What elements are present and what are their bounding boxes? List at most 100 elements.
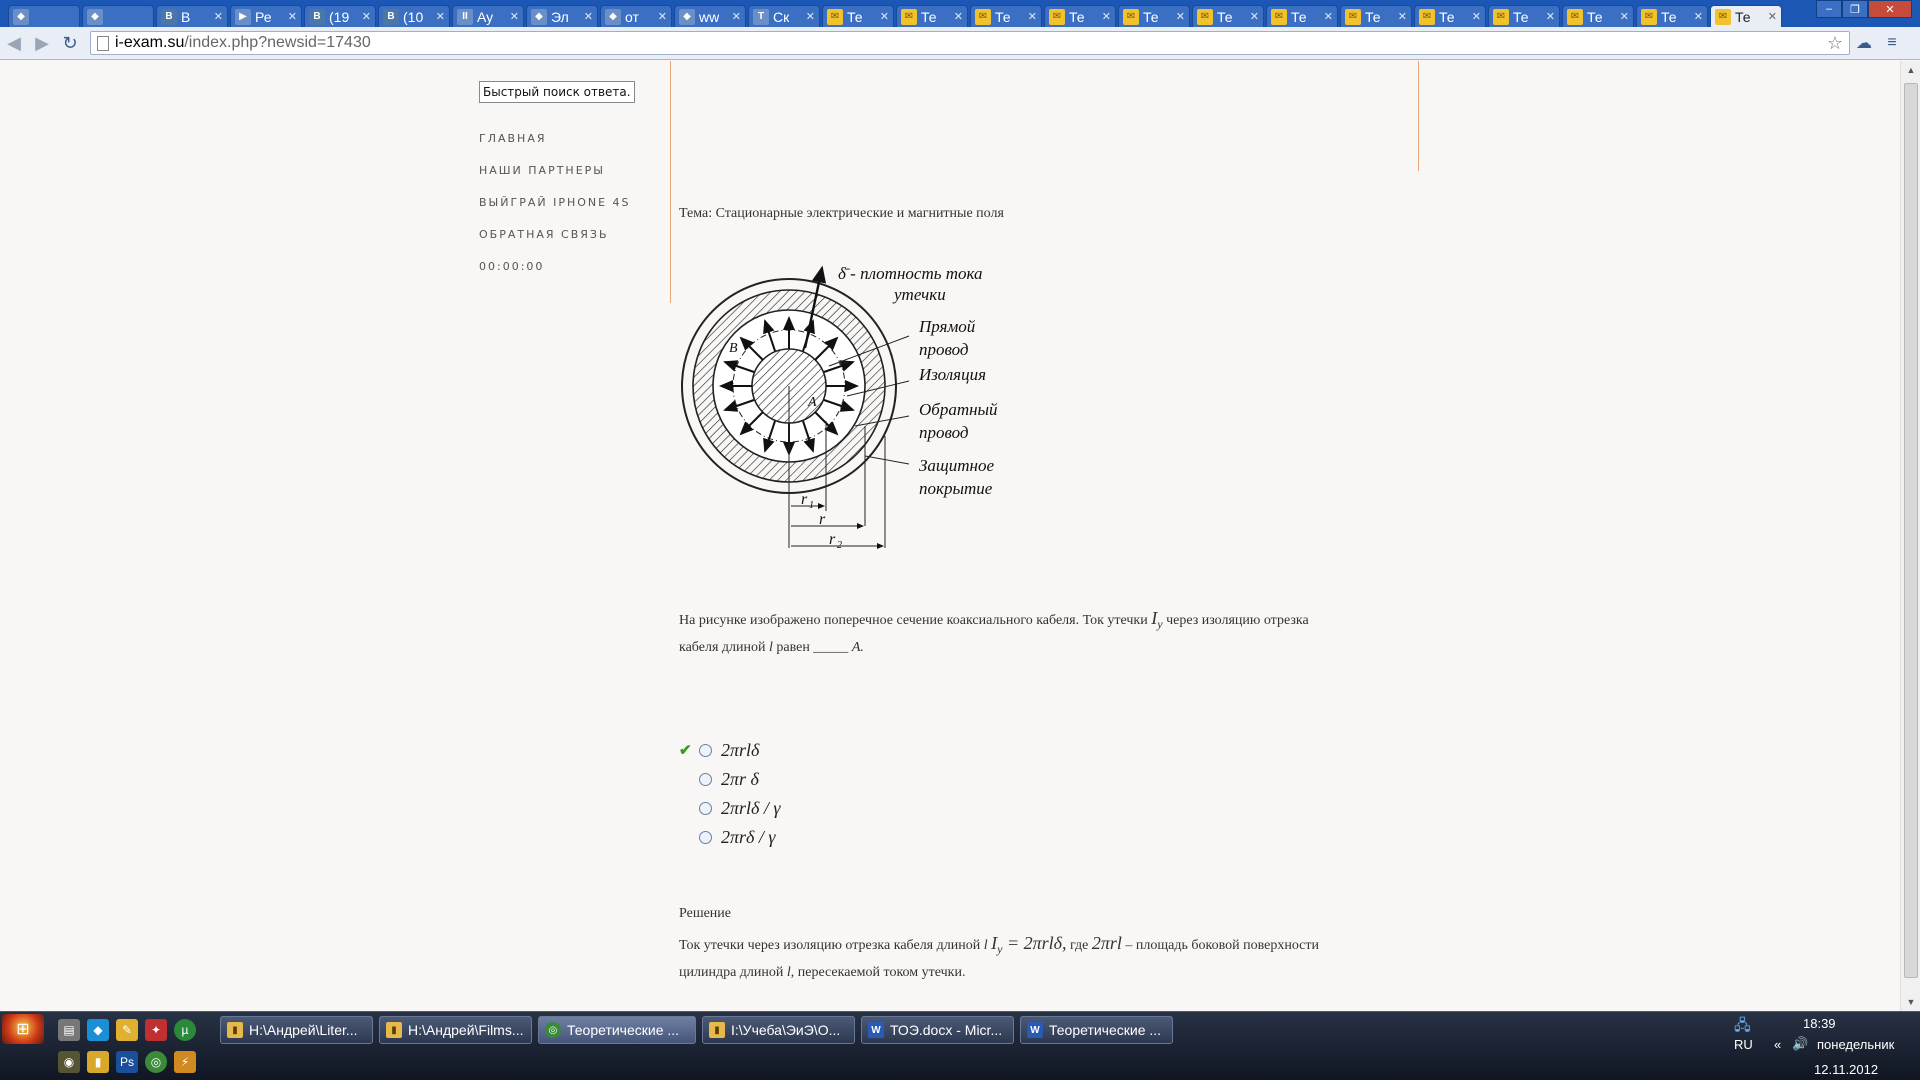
- quicklaunch-show-desktop-icon[interactable]: ▤: [58, 1019, 80, 1041]
- browser-tab[interactable]: ▶ Ре ✕: [230, 5, 302, 27]
- scrollbar-thumb[interactable]: [1904, 83, 1918, 978]
- nav-win-iphone[interactable]: ВЫЙГРАЙ IPHONE 4S: [479, 196, 631, 228]
- answer-option-3[interactable]: 2πrlδ / γ: [679, 794, 780, 823]
- close-tab-icon[interactable]: ✕: [1324, 10, 1333, 23]
- clock-time[interactable]: 18:39: [1803, 1016, 1836, 1031]
- browser-tab[interactable]: ✉ Те ✕: [1414, 5, 1486, 27]
- taskbar-item-folder-study[interactable]: ▮ I:\Учеба\ЭиЭ\О...: [702, 1016, 855, 1044]
- close-tab-icon[interactable]: ✕: [1694, 10, 1703, 23]
- extension-icon[interactable]: ☁: [1850, 30, 1878, 56]
- solution-heading: Решение: [679, 906, 732, 921]
- browser-tab[interactable]: ✉ Те ✕: [822, 5, 894, 27]
- quicklaunch-utorrent-icon[interactable]: µ: [174, 1019, 196, 1041]
- quicklaunch-photoshop-icon[interactable]: Ps: [116, 1051, 138, 1073]
- quicklaunch-notepad-icon[interactable]: ✎: [116, 1019, 138, 1041]
- nav-partners[interactable]: НАШИ ПАРТНЕРЫ: [479, 164, 631, 196]
- clock-date[interactable]: 12.11.2012: [1814, 1062, 1878, 1077]
- clock-day[interactable]: понедельник: [1817, 1037, 1894, 1052]
- close-tab-icon[interactable]: ✕: [1102, 10, 1111, 23]
- close-tab-icon[interactable]: ✕: [806, 10, 815, 23]
- start-button[interactable]: ⊞: [2, 1014, 44, 1044]
- back-button[interactable]: ◀: [0, 30, 28, 56]
- browser-tab[interactable]: ✉ Те ✕: [1340, 5, 1412, 27]
- bookmark-star-icon[interactable]: ☆: [1827, 33, 1843, 54]
- close-tab-icon[interactable]: ✕: [732, 10, 741, 23]
- browser-tab[interactable]: В (19 ✕: [304, 5, 376, 27]
- quick-search-input[interactable]: [479, 81, 635, 103]
- page-scrollbar[interactable]: ▲ ▼: [1900, 61, 1920, 1011]
- browser-tab[interactable]: ✉ Те ✕: [1118, 5, 1190, 27]
- browser-tab[interactable]: В (10 ✕: [378, 5, 450, 27]
- close-tab-icon[interactable]: ✕: [436, 10, 445, 23]
- taskbar-item-folder-literature[interactable]: ▮ H:\Андрей\Liter...: [220, 1016, 373, 1044]
- quicklaunch-chrome-icon[interactable]: ◎: [145, 1051, 167, 1073]
- close-tab-icon[interactable]: ✕: [1176, 10, 1185, 23]
- minimize-button[interactable]: –: [1816, 0, 1842, 18]
- browser-tab[interactable]: ◆ ww ✕: [674, 5, 746, 27]
- taskbar-item-word-theory[interactable]: W Теоретические ...: [1020, 1016, 1173, 1044]
- nav-feedback[interactable]: ОБРАТНАЯ СВЯЗЬ: [479, 228, 631, 260]
- close-tab-icon[interactable]: ✕: [1546, 10, 1555, 23]
- scroll-up-arrow-icon[interactable]: ▲: [1901, 61, 1920, 79]
- close-tab-icon[interactable]: ✕: [1620, 10, 1629, 23]
- show-hidden-icons-icon[interactable]: «: [1774, 1037, 1781, 1052]
- browser-tab[interactable]: В В ✕: [156, 5, 228, 27]
- browser-tab[interactable]: ✉ Те ✕: [1562, 5, 1634, 27]
- browser-tab[interactable]: ✉ Те ✕: [970, 5, 1042, 27]
- answer-option-2[interactable]: 2πr δ: [679, 765, 780, 794]
- quicklaunch-app-icon[interactable]: ◆: [87, 1019, 109, 1041]
- close-tab-icon[interactable]: ✕: [1398, 10, 1407, 23]
- browser-tab[interactable]: ◆: [82, 5, 154, 27]
- close-tab-icon[interactable]: ✕: [1472, 10, 1481, 23]
- browser-tab[interactable]: ✉ Те ✕: [1636, 5, 1708, 27]
- quicklaunch-winamp-icon[interactable]: ⚡: [174, 1051, 196, 1073]
- browser-tab[interactable]: ✉ Те ✕: [1266, 5, 1338, 27]
- volume-icon[interactable]: 🔊: [1792, 1036, 1808, 1052]
- quicklaunch-folder-icon[interactable]: ▮: [87, 1051, 109, 1073]
- language-indicator[interactable]: RU: [1734, 1037, 1753, 1052]
- restore-button[interactable]: ❐: [1842, 0, 1868, 18]
- close-tab-icon[interactable]: ✕: [362, 10, 371, 23]
- scroll-down-arrow-icon[interactable]: ▼: [1901, 993, 1920, 1011]
- taskbar-item-word-toe[interactable]: W ТОЭ.docx - Micr...: [861, 1016, 1014, 1044]
- answer-option-4[interactable]: 2πrδ / γ: [679, 823, 780, 852]
- taskbar-item-folder-films[interactable]: ▮ H:\Андрей\Films...: [379, 1016, 532, 1044]
- quicklaunch-speaker-icon[interactable]: ◉: [58, 1051, 80, 1073]
- close-tab-icon[interactable]: ✕: [880, 10, 889, 23]
- answer-radio[interactable]: [699, 744, 712, 757]
- delta-label: δ̄ - плотность тока: [838, 264, 983, 283]
- browser-tab[interactable]: ◆: [8, 5, 80, 27]
- answer-radio[interactable]: [699, 802, 712, 815]
- forward-button[interactable]: ▶: [28, 30, 56, 56]
- nav-home[interactable]: ГЛАВНАЯ: [479, 132, 631, 164]
- close-tab-icon[interactable]: ✕: [1250, 10, 1259, 23]
- reload-button[interactable]: ↻: [56, 30, 84, 56]
- close-tab-icon[interactable]: ✕: [1028, 10, 1037, 23]
- browser-tab[interactable]: ◆ Эл ✕: [526, 5, 598, 27]
- close-tab-icon[interactable]: ✕: [658, 10, 667, 23]
- browser-tab[interactable]: ✉ Те ✕: [1192, 5, 1264, 27]
- close-tab-icon[interactable]: ✕: [1768, 10, 1777, 23]
- browser-tab[interactable]: ✉ Те ✕: [1488, 5, 1560, 27]
- close-tab-icon[interactable]: ✕: [510, 10, 519, 23]
- envelope-icon: ✉: [1271, 8, 1287, 25]
- close-window-button[interactable]: ✕: [1868, 0, 1912, 18]
- browser-tab[interactable]: ◆ от ✕: [600, 5, 672, 27]
- address-bar[interactable]: i-exam.su/index.php?newsid=17430 ☆: [90, 31, 1850, 55]
- answer-radio[interactable]: [699, 773, 712, 786]
- envelope-icon: ✉: [1567, 8, 1583, 25]
- answer-option-1[interactable]: ✔ 2πrlδ: [679, 736, 780, 765]
- menu-icon[interactable]: ≡: [1878, 30, 1906, 56]
- browser-tab[interactable]: II Ау ✕: [452, 5, 524, 27]
- close-tab-icon[interactable]: ✕: [214, 10, 223, 23]
- close-tab-icon[interactable]: ✕: [954, 10, 963, 23]
- taskbar-item-chrome[interactable]: ◎ Теоретические ...: [538, 1016, 696, 1044]
- answer-radio[interactable]: [699, 831, 712, 844]
- close-tab-icon[interactable]: ✕: [584, 10, 593, 23]
- browser-tab[interactable]: ✉ Те ✕: [1044, 5, 1116, 27]
- close-tab-icon[interactable]: ✕: [288, 10, 297, 23]
- quicklaunch-acrobat-icon[interactable]: ✦: [145, 1019, 167, 1041]
- browser-tab[interactable]: ✉ Те ✕: [896, 5, 968, 27]
- browser-tab[interactable]: ✉ Те ✕: [1710, 5, 1782, 27]
- browser-tab[interactable]: T Ск ✕: [748, 5, 820, 27]
